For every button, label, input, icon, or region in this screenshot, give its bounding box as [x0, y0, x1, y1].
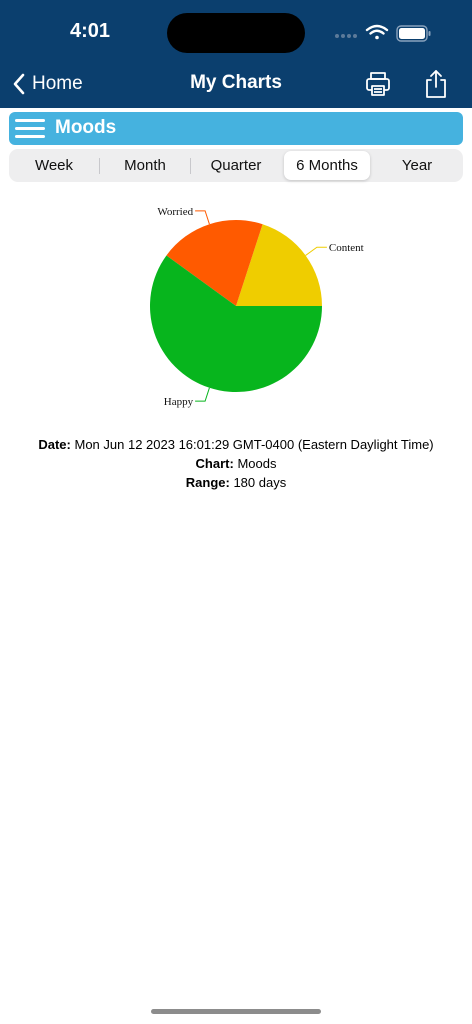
cellular-signal-icon [335, 34, 357, 38]
navigation-bar: Home My Charts [0, 62, 472, 106]
top-bar: 4:01 Home My Charts [0, 0, 472, 108]
range-label: Range: [185, 475, 230, 490]
battery-icon [396, 25, 431, 42]
share-icon [426, 70, 446, 98]
leader-line-content [305, 246, 327, 256]
segment-week[interactable]: Week [11, 151, 97, 180]
leader-line-worried [195, 210, 210, 225]
info-date: Date: Mon Jun 12 2023 16:01:29 GMT-0400 … [0, 437, 472, 452]
segment-divider [190, 158, 191, 174]
range-value: 180 days [233, 475, 287, 490]
print-button[interactable] [362, 68, 394, 100]
share-button[interactable] [420, 68, 452, 100]
hamburger-menu-icon[interactable] [15, 117, 47, 141]
chevron-left-icon [13, 73, 25, 95]
home-indicator [151, 1009, 321, 1014]
moods-pie-chart: Content Worried Happy [150, 206, 364, 408]
time-range-segmented-control: Week Month Quarter 6 Months Year [9, 149, 463, 182]
date-value: Mon Jun 12 2023 16:01:29 GMT-0400 (Easte… [74, 437, 434, 452]
leader-line-happy [195, 387, 210, 402]
chart-label: Chart: [195, 456, 234, 471]
page-title: My Charts [190, 72, 282, 93]
back-button[interactable]: Home [12, 70, 83, 98]
moods-header-bar: Moods [9, 112, 463, 145]
date-label: Date: [38, 437, 71, 452]
pie-label-happy: Happy [164, 396, 194, 408]
pie-label-content: Content [329, 242, 364, 254]
segment-divider [99, 158, 100, 174]
chart-value: Moods [237, 456, 277, 471]
info-chart: Chart: Moods [0, 456, 472, 471]
back-label: Home [32, 73, 83, 94]
status-time: 4:01 [69, 20, 111, 42]
pie-label-worried: Worried [157, 206, 193, 218]
section-title: Moods [55, 117, 117, 138]
segment-6-months[interactable]: 6 Months [284, 151, 370, 180]
printer-icon [366, 72, 390, 96]
wifi-icon [365, 24, 389, 40]
dynamic-island [167, 13, 305, 53]
info-range: Range: 180 days [0, 475, 472, 490]
segment-quarter[interactable]: Quarter [192, 151, 280, 180]
segment-month[interactable]: Month [101, 151, 189, 180]
segment-year[interactable]: Year [373, 151, 461, 180]
status-icons [334, 22, 434, 44]
